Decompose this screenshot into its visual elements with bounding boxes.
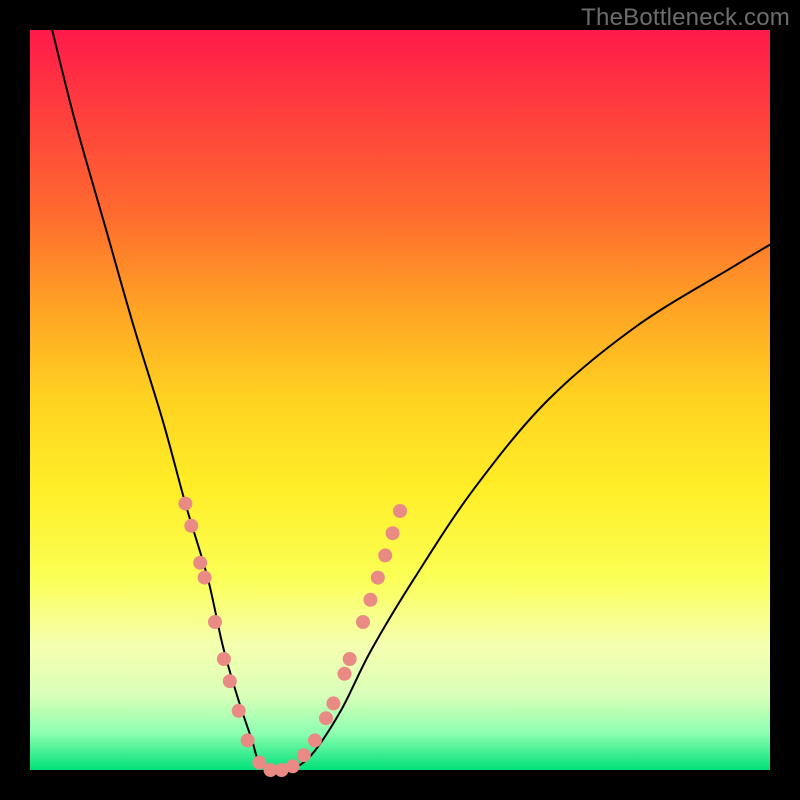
marker-dot bbox=[319, 711, 333, 725]
marker-dot bbox=[208, 615, 222, 629]
marker-dot bbox=[193, 556, 207, 570]
marker-dot bbox=[178, 497, 192, 511]
bottleneck-curve bbox=[52, 30, 770, 771]
marker-dot bbox=[241, 733, 255, 747]
marker-dot bbox=[356, 615, 370, 629]
marker-dot bbox=[393, 504, 407, 518]
marker-dot bbox=[326, 696, 340, 710]
plot-area bbox=[30, 30, 770, 770]
marker-dot bbox=[184, 519, 198, 533]
marker-dot bbox=[308, 733, 322, 747]
marker-dot bbox=[223, 674, 237, 688]
marker-dot bbox=[378, 548, 392, 562]
marker-dot bbox=[338, 667, 352, 681]
marker-dot bbox=[386, 526, 400, 540]
marker-dot bbox=[198, 571, 212, 585]
chart-svg bbox=[30, 30, 770, 770]
marker-dots-group bbox=[178, 497, 407, 777]
marker-dot bbox=[217, 652, 231, 666]
marker-dot bbox=[371, 571, 385, 585]
marker-dot bbox=[363, 593, 377, 607]
marker-dot bbox=[343, 652, 357, 666]
watermark-text: TheBottleneck.com bbox=[581, 4, 790, 32]
marker-dot bbox=[297, 748, 311, 762]
marker-dot bbox=[232, 704, 246, 718]
marker-dot bbox=[286, 759, 300, 773]
chart-frame: TheBottleneck.com bbox=[0, 0, 800, 800]
